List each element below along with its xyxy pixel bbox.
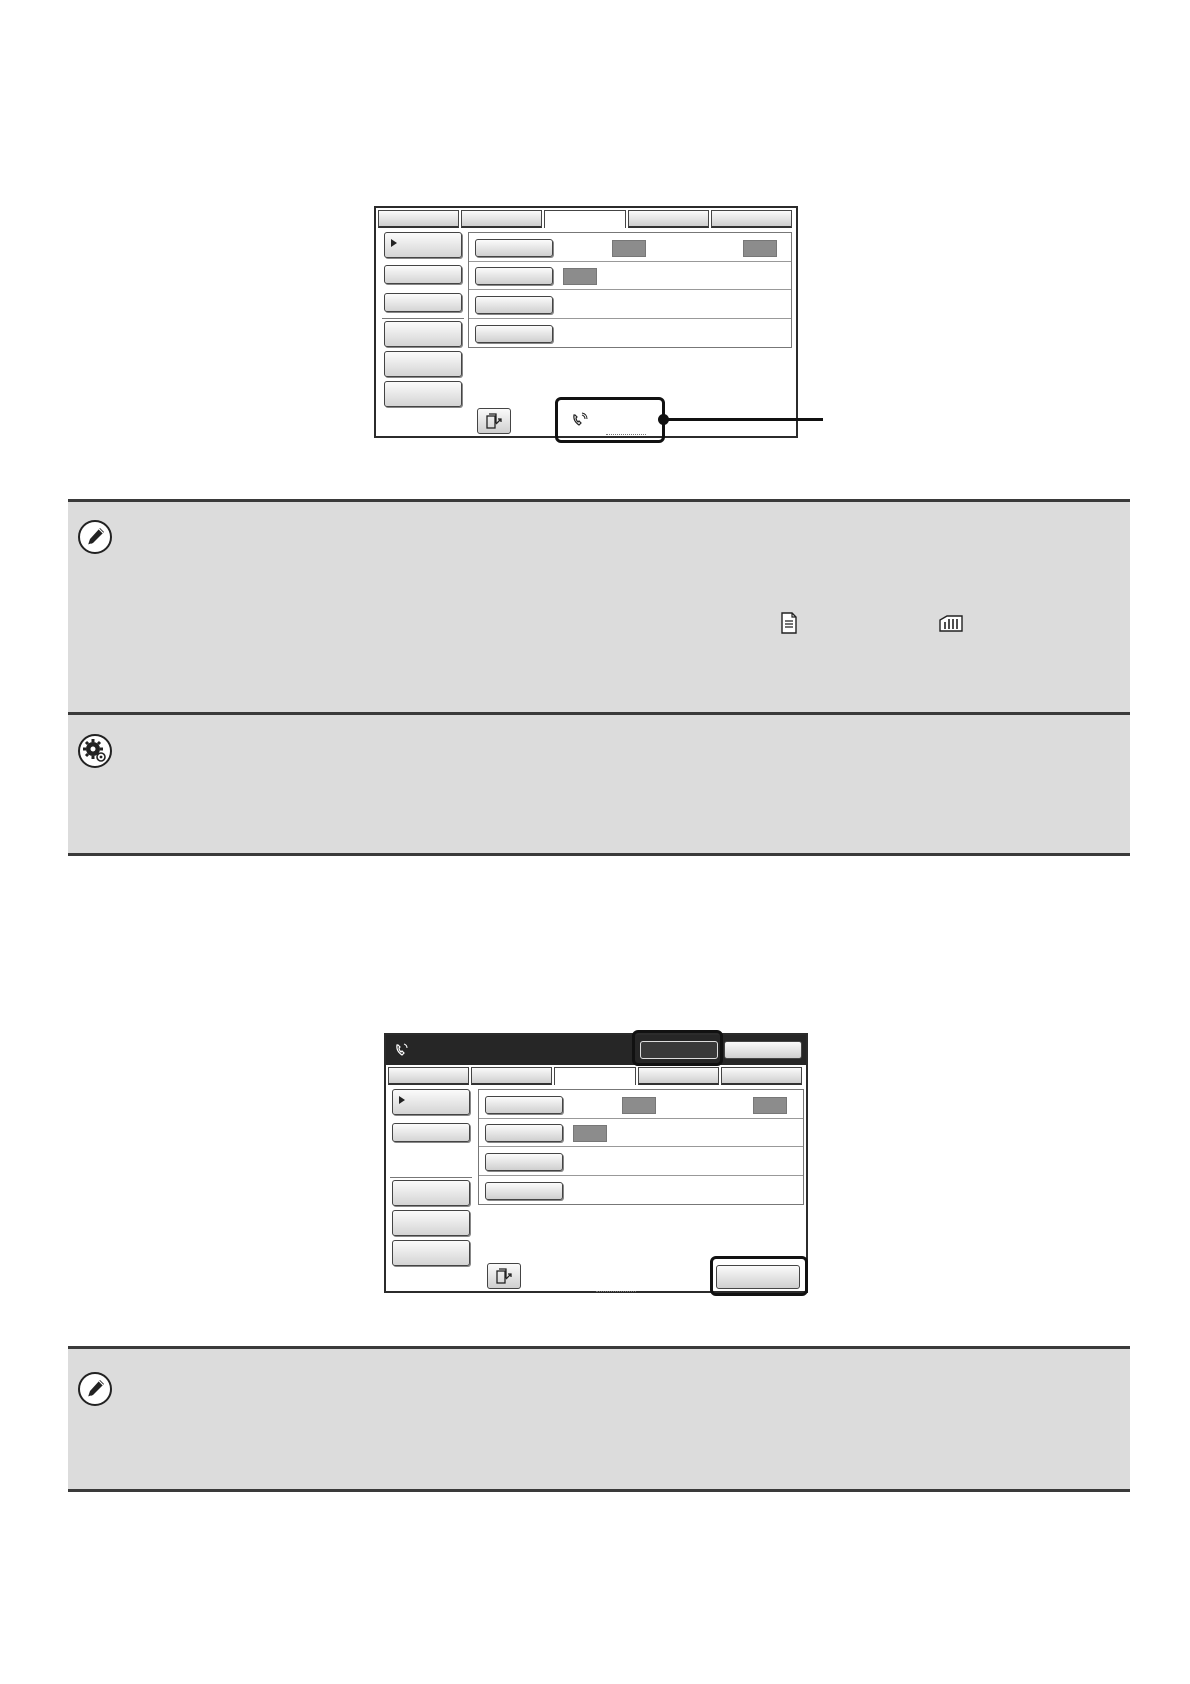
screen-header: [386, 1035, 806, 1065]
panel-row-2: [479, 1118, 803, 1147]
settings-box: [68, 712, 1130, 856]
tab-4[interactable]: [627, 210, 709, 228]
side-button-1[interactable]: [392, 1089, 470, 1115]
panel-row-1: [479, 1090, 803, 1119]
panel-row-3: [479, 1147, 803, 1176]
side-button-2[interactable]: [392, 1123, 470, 1142]
memory-meter-icon: [939, 615, 963, 632]
panel-row-4-button[interactable]: [475, 325, 553, 343]
header-button-highlight-frame: [632, 1030, 723, 1066]
side-button-4[interactable]: [384, 321, 462, 347]
tab-3[interactable]: [544, 210, 626, 228]
side-button-6[interactable]: [384, 381, 462, 407]
value-box: [612, 240, 646, 257]
document-icon: [781, 612, 797, 634]
tab-row: [378, 210, 794, 228]
panel-row-1: [469, 233, 791, 262]
side-button-1[interactable]: [384, 232, 462, 258]
document-send-button[interactable]: [487, 1263, 521, 1289]
side-divider: [390, 1177, 472, 1178]
document-send-icon: [486, 413, 502, 429]
lcd-screen-2: [384, 1033, 808, 1293]
document-send-button[interactable]: [477, 408, 511, 434]
side-button-3[interactable]: [384, 293, 462, 312]
status-dots: [596, 1289, 636, 1292]
bottom-button-highlight-frame: [710, 1256, 808, 1296]
system-settings-gear-icon: [78, 734, 112, 768]
panel-row-1-button[interactable]: [475, 239, 553, 257]
panel-row-2-button[interactable]: [485, 1124, 563, 1142]
tab-1[interactable]: [378, 210, 460, 228]
tab-row: [388, 1067, 804, 1085]
tab-1[interactable]: [388, 1067, 470, 1085]
tab-3[interactable]: [554, 1067, 636, 1085]
pencil-note-icon: [78, 1372, 112, 1406]
side-button-3[interactable]: [392, 1180, 470, 1206]
side-button-2[interactable]: [384, 265, 462, 284]
phone-line-icon: [396, 1043, 408, 1056]
panel-row-3-button[interactable]: [485, 1153, 563, 1171]
note-box-2: [68, 1346, 1130, 1492]
settings-panel: [468, 232, 792, 348]
value-box: [743, 240, 777, 257]
settings-panel: [478, 1089, 804, 1205]
side-button-5[interactable]: [392, 1240, 470, 1266]
document-send-icon: [496, 1268, 512, 1284]
panel-row-4-button[interactable]: [485, 1182, 563, 1200]
side-button-4[interactable]: [392, 1210, 470, 1236]
panel-row-3-button[interactable]: [475, 296, 553, 314]
tab-5[interactable]: [720, 1067, 803, 1085]
value-box: [573, 1125, 607, 1142]
header-button-2[interactable]: [724, 1041, 802, 1059]
side-divider: [382, 318, 464, 319]
tab-4[interactable]: [637, 1067, 719, 1085]
panel-row-3: [469, 290, 791, 319]
value-box: [622, 1097, 656, 1114]
value-box: [563, 268, 597, 285]
value-box: [753, 1097, 787, 1114]
pencil-note-icon: [78, 520, 112, 554]
side-button-5[interactable]: [384, 351, 462, 377]
note-box-1: [68, 499, 1130, 714]
panel-row-2: [469, 261, 791, 290]
tab-2[interactable]: [461, 210, 543, 228]
panel-row-2-button[interactable]: [475, 267, 553, 285]
panel-row-1-button[interactable]: [485, 1096, 563, 1114]
status-highlight-frame: [555, 397, 665, 443]
panel-row-4: [469, 319, 791, 347]
tab-2[interactable]: [471, 1067, 553, 1085]
callout-dot: [658, 414, 669, 425]
callout-line: [665, 418, 823, 421]
tab-5[interactable]: [710, 210, 793, 228]
panel-row-4: [479, 1176, 803, 1204]
